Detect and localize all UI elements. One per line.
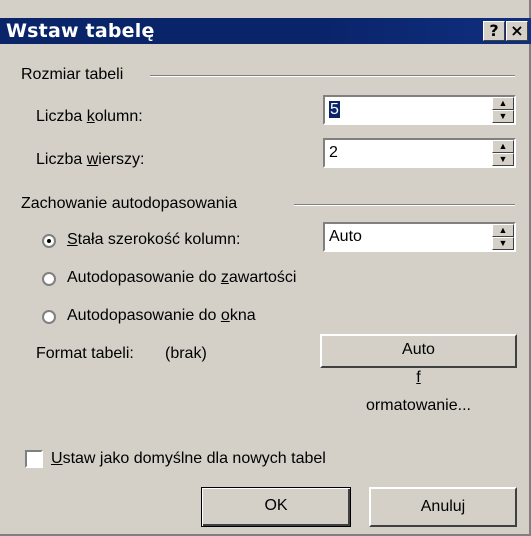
help-button[interactable]: ? [483,21,505,41]
fixed-width-stepper[interactable]: Auto ▲ ▼ [323,222,516,252]
rows-value[interactable]: 2 [329,144,338,162]
columns-value[interactable]: 5 [329,101,340,119]
autofit-window-radio[interactable] [42,310,56,324]
ok-button[interactable]: OK [201,487,351,527]
autofit-contents-label[interactable]: Autodopasowanie do zawartości [67,269,296,287]
title-bar[interactable]: Wstaw tabelę ? × [0,18,531,44]
rows-stepper[interactable]: 2 ▲ ▼ [323,138,516,168]
columns-down-icon[interactable]: ▼ [492,110,514,123]
set-default-label[interactable]: Ustaw jako domyślne dla nowych tabel [51,450,326,468]
autofit-group-label: Zachowanie autodopasowania [21,195,238,212]
cancel-button[interactable]: Anuluj [369,487,517,527]
fixed-width-value[interactable]: Auto [329,228,362,246]
autofit-contents-radio[interactable] [42,272,56,286]
fixed-width-label[interactable]: Stała szerokość kolumn: [67,231,240,249]
close-button[interactable]: × [506,21,528,41]
fixed-width-spin[interactable]: ▲ ▼ [492,224,514,250]
set-default-checkbox[interactable] [25,450,43,468]
fixed-width-radio[interactable] [42,234,56,248]
autofit-window-label[interactable]: Autodopasowanie do okna [67,307,256,325]
insert-table-dialog: Wstaw tabelę ? × Rozmiar tabeli Liczba k… [0,0,531,536]
columns-stepper[interactable]: 5 ▲ ▼ [323,95,516,125]
autofit-divider [294,204,515,206]
rows-spin[interactable]: ▲ ▼ [492,140,514,166]
table-format-value: (brak) [165,345,207,362]
rows-down-icon[interactable]: ▼ [492,153,514,166]
fixed-width-down-icon[interactable]: ▼ [492,237,514,250]
table-size-group-label: Rozmiar tabeli [21,66,124,83]
autoformat-button[interactable]: Auto f ormatowanie... [320,334,517,414]
columns-label: Liczba kolumn: [36,108,143,125]
table-size-divider [150,75,515,77]
dialog-title: Wstaw tabelę [6,20,155,42]
table-format-label: Format tabeli: [36,345,134,362]
rows-up-icon[interactable]: ▲ [492,140,514,153]
fixed-width-up-icon[interactable]: ▲ [492,224,514,237]
columns-up-icon[interactable]: ▲ [492,97,514,110]
rows-label: Liczba wierszy: [36,151,145,168]
columns-spin[interactable]: ▲ ▼ [492,97,514,123]
